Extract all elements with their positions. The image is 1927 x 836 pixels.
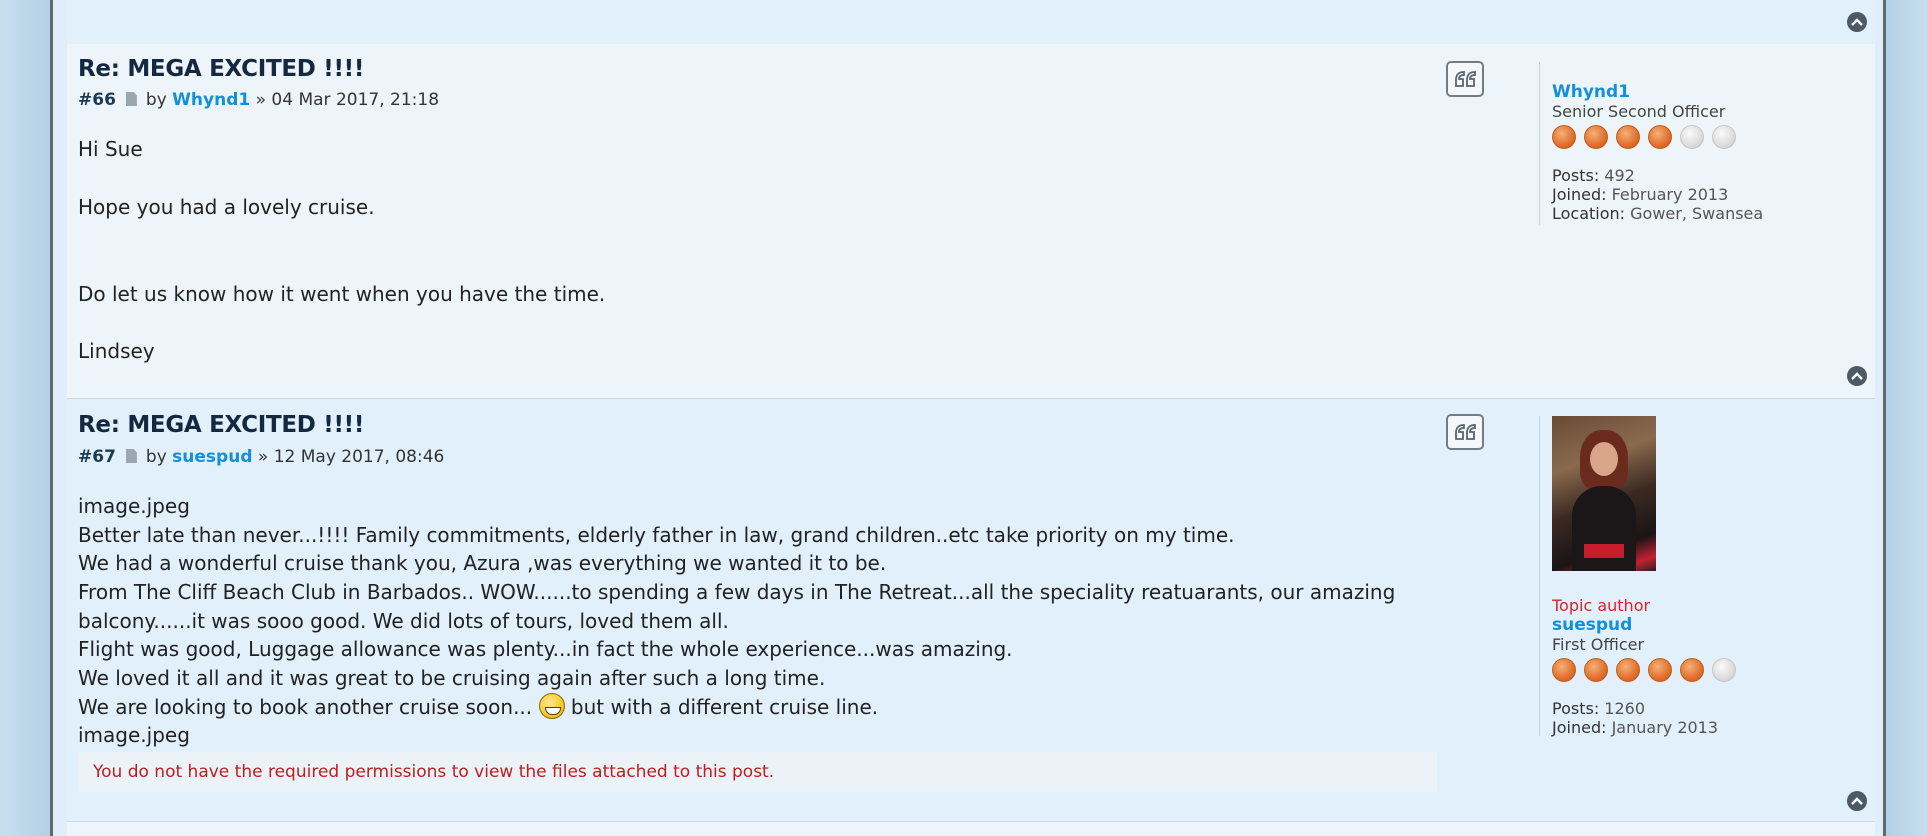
document-icon <box>125 92 137 106</box>
rank-pip-icon <box>1616 658 1640 682</box>
stat-posts-link[interactable]: 1260 <box>1604 699 1645 718</box>
post-content-line: From The Cliff Beach Club in Barbados.. … <box>78 580 1396 604</box>
topic-author-badge: Topic author <box>1552 596 1651 615</box>
profile-rank: First Officer <box>1552 635 1645 654</box>
rank-pip-icon <box>1552 658 1576 682</box>
post-66: Re: MEGA EXCITED !!!! #66 by Whynd1 » 04 … <box>67 44 1875 399</box>
post-profile: Whynd1 Senior Second Officer Posts: 492 … <box>1539 62 1859 225</box>
quote-icon <box>1455 71 1476 87</box>
grinning-smiley-icon <box>538 693 565 719</box>
stat-location: Location: Gower, Swansea <box>1552 204 1764 223</box>
page-margin-right <box>1886 0 1927 836</box>
quote-icon <box>1455 424 1476 440</box>
back-to-top-icon[interactable] <box>1847 12 1867 32</box>
rank-pip-icon <box>1648 658 1672 682</box>
post-number-link[interactable]: #66 <box>78 90 116 110</box>
forum-container: Re: MEGA EXCITED !!!! #66 by Whynd1 » 04 … <box>50 0 1886 836</box>
post-meta: #67 by suespud » 12 May 2017, 08:46 <box>78 447 444 467</box>
profile-rank: Senior Second Officer <box>1552 102 1726 121</box>
post-content-line: Lindsey <box>78 339 155 363</box>
quote-button[interactable] <box>1446 414 1484 450</box>
post-67: Re: MEGA EXCITED !!!! #67 by suespud » 12… <box>67 399 1875 822</box>
rank-pip-icon <box>1616 125 1640 149</box>
stat-joined: Joined: January 2013 <box>1552 718 1719 737</box>
post-content-line: Better late than never...!!!! Family com… <box>78 523 1235 547</box>
document-icon <box>125 449 137 463</box>
quote-button[interactable] <box>1446 61 1484 97</box>
stat-posts: Posts: 492 <box>1552 166 1635 185</box>
post-date: » 12 May 2017, 08:46 <box>257 447 445 467</box>
post-profile: Topic author suespud First Officer Posts… <box>1539 416 1859 737</box>
back-to-top-icon[interactable] <box>1847 366 1867 386</box>
post-content-line: Hope you had a lovely cruise. <box>78 195 375 219</box>
post-content-line: balcony......it was sooo good. We did lo… <box>78 609 729 633</box>
attachment-permission-notice: You do not have the required permissions… <box>78 752 1437 792</box>
post-author-link[interactable]: Whynd1 <box>172 90 250 110</box>
rank-pip-icon <box>1648 125 1672 149</box>
stat-posts: Posts: 1260 <box>1552 699 1646 718</box>
post-content-line: Do let us know how it went when you have… <box>78 282 606 306</box>
rank-pip-icon <box>1552 125 1576 149</box>
page-margin-left <box>0 0 50 836</box>
post-title[interactable]: Re: MEGA EXCITED !!!! <box>78 412 364 438</box>
rank-pip-icon <box>1680 658 1704 682</box>
post-date: » 04 Mar 2017, 21:18 <box>255 90 440 110</box>
rank-pip-icon <box>1584 125 1608 149</box>
post-content-line: Hi Sue <box>78 137 143 161</box>
post-number-link[interactable]: #67 <box>78 447 116 467</box>
rank-pips <box>1552 658 1859 682</box>
profile-stats: Posts: 1260 Joined: January 2013 <box>1552 699 1859 737</box>
rank-pip-icon <box>1584 658 1608 682</box>
post-meta: #66 by Whynd1 » 04 Mar 2017, 21:18 <box>78 90 439 110</box>
rank-pip-icon <box>1712 658 1736 682</box>
profile-username-link[interactable]: Whynd1 <box>1552 82 1859 102</box>
rank-pip-icon <box>1680 125 1704 149</box>
post-content-line: We had a wonderful cruise thank you, Azu… <box>78 551 887 575</box>
post-content-line: We loved it all and it was great to be c… <box>78 666 826 690</box>
by-label: by <box>145 447 167 467</box>
previous-post-tail <box>67 0 1875 45</box>
post-content-line: We are looking to book another cruise so… <box>78 693 879 719</box>
stat-joined: Joined: February 2013 <box>1552 185 1729 204</box>
profile-stats: Posts: 492 Joined: February 2013 Locatio… <box>1552 166 1859 223</box>
rank-pip-icon <box>1712 125 1736 149</box>
next-post-start <box>67 822 1875 836</box>
post-title[interactable]: Re: MEGA EXCITED !!!! <box>78 56 364 82</box>
post-content-line: Flight was good, Luggage allowance was p… <box>78 637 1013 661</box>
profile-username-link[interactable]: suespud <box>1552 615 1859 635</box>
stat-posts-link[interactable]: 492 <box>1604 166 1635 185</box>
back-to-top-icon[interactable] <box>1847 791 1867 811</box>
avatar[interactable] <box>1552 416 1656 571</box>
post-author-link[interactable]: suespud <box>172 447 252 467</box>
attachment-filename: image.jpeg <box>78 723 190 747</box>
rank-pips <box>1552 125 1859 149</box>
attachment-filename: image.jpeg <box>78 494 190 518</box>
by-label: by <box>145 90 167 110</box>
